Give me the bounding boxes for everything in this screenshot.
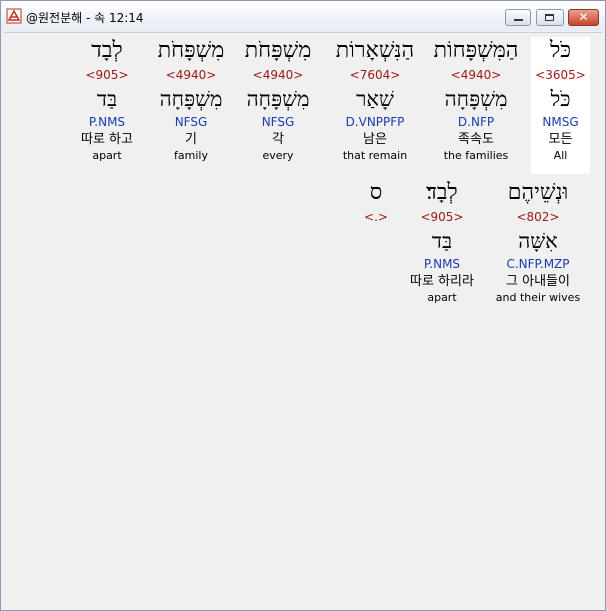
korean-gloss: 기: [185, 132, 197, 147]
english-gloss: apart: [427, 291, 457, 304]
parsing-code: NMSG: [542, 115, 579, 129]
parsing-code: P.NMS: [88, 115, 126, 129]
korean-gloss: 남은: [363, 132, 387, 147]
strong-number[interactable]: <4940>: [149, 67, 233, 84]
parsing-code: D.VNPPFP: [345, 115, 405, 129]
word-card[interactable]: לְבָד׃ <905> בַּד P.NMS 따로 하리라 apart: [398, 179, 486, 316]
parsing-code: NFSG: [261, 115, 295, 129]
strong-number[interactable]: <4940>: [236, 67, 320, 84]
app-logo-icon: [6, 8, 22, 24]
english-gloss: and their wives: [495, 291, 581, 304]
app-window: @원전분해 - 속 12:14 ✕ כֹּל <3605> כֹּל NMSG …: [0, 0, 606, 611]
word-card[interactable]: הַנִּשְׁאָרוֹת <7604> שָׁאַר D.VNPPFP 남은…: [326, 37, 424, 174]
close-icon: ✕: [578, 10, 589, 24]
samekh-marker: ס: [369, 180, 383, 205]
strong-number[interactable]: <905>: [71, 67, 143, 84]
korean-gloss: 따로 하고: [81, 132, 133, 147]
word-card[interactable]: ס <.>: [356, 179, 396, 239]
interlinear-panel: כֹּל <3605> כֹּל NMSG 모든 All הַמִּשְׁפָּ…: [4, 32, 602, 608]
lemma: בַּד: [96, 87, 118, 111]
parsing-code: D.NFP: [457, 115, 495, 129]
korean-gloss: 그 아내들이: [506, 274, 570, 289]
korean-gloss: 족속도: [458, 132, 494, 147]
lemma: אִשָּׁה: [518, 229, 558, 253]
strong-number[interactable]: <802>: [494, 209, 582, 226]
window-title: @원전분해 - 속 12:14: [26, 11, 144, 25]
parsing-code: C.NFP.MZP: [506, 257, 570, 271]
lemma: מִשְׁפָּחָה: [444, 87, 508, 111]
korean-gloss: 따로 하리라: [410, 274, 474, 289]
strong-number[interactable]: <4940>: [426, 67, 526, 84]
strong-number[interactable]: <3605>: [531, 67, 590, 84]
hebrew-word: לְבָד: [91, 38, 123, 63]
english-gloss: apart: [92, 149, 122, 162]
minimize-button[interactable]: [505, 9, 531, 26]
close-button[interactable]: ✕: [568, 9, 599, 26]
hebrew-word: לְבָד׃: [426, 180, 458, 205]
strong-number[interactable]: <.>: [356, 209, 396, 226]
english-gloss: All: [553, 149, 568, 162]
lemma: מִשְׁפָּחָה: [246, 87, 310, 111]
hebrew-word: הַמִּשְׁפָּחוֹת: [433, 38, 519, 63]
word-card[interactable]: מִשְׁפָּחֹת <4940> מִשְׁפָּחָה NFSG 기 fa…: [149, 37, 233, 174]
word-card[interactable]: לְבָד <905> בַּד P.NMS 따로 하고 apart: [71, 37, 143, 174]
hebrew-word: מִשְׁפָּחֹת: [244, 38, 312, 63]
korean-gloss: 모든: [548, 132, 573, 147]
parsing-code: P.NMS: [423, 257, 461, 271]
hebrew-word: מִשְׁפָּחֹת: [157, 38, 225, 63]
parsing-code: NFSG: [174, 115, 208, 129]
word-card[interactable]: וּנְשֵׁיהֶם <802> אִשָּׁה C.NFP.MZP 그 아내…: [494, 179, 582, 316]
title-bar[interactable]: @원전분해 - 속 12:14 ✕: [1, 1, 605, 31]
lemma: מִשְׁפָּחָה: [159, 87, 223, 111]
lemma: שָׁאַר: [356, 87, 394, 111]
lemma: בַּד: [431, 229, 453, 253]
strong-number[interactable]: <905>: [398, 209, 486, 226]
hebrew-word: וּנְשֵׁיהֶם: [507, 180, 569, 205]
word-card[interactable]: מִשְׁפָּחֹת <4940> מִשְׁפָּחָה NFSG 각 ev…: [236, 37, 320, 174]
maximize-button[interactable]: [536, 9, 564, 26]
korean-gloss: 각: [272, 132, 284, 147]
word-card[interactable]: הַמִּשְׁפָּחוֹת <4940> מִשְׁפָּחָה D.NFP…: [426, 37, 526, 174]
english-gloss: family: [174, 149, 208, 162]
lemma: כֹּל: [550, 87, 571, 111]
hebrew-word: הַנִּשְׁאָרוֹת: [335, 38, 415, 63]
english-gloss: every: [262, 149, 294, 162]
hebrew-word: כֹּל: [549, 38, 572, 63]
english-gloss: the families: [443, 149, 509, 162]
word-card[interactable]: כֹּל <3605> כֹּל NMSG 모든 All: [531, 37, 590, 174]
strong-number[interactable]: <7604>: [326, 67, 424, 84]
english-gloss: that remain: [342, 149, 408, 162]
